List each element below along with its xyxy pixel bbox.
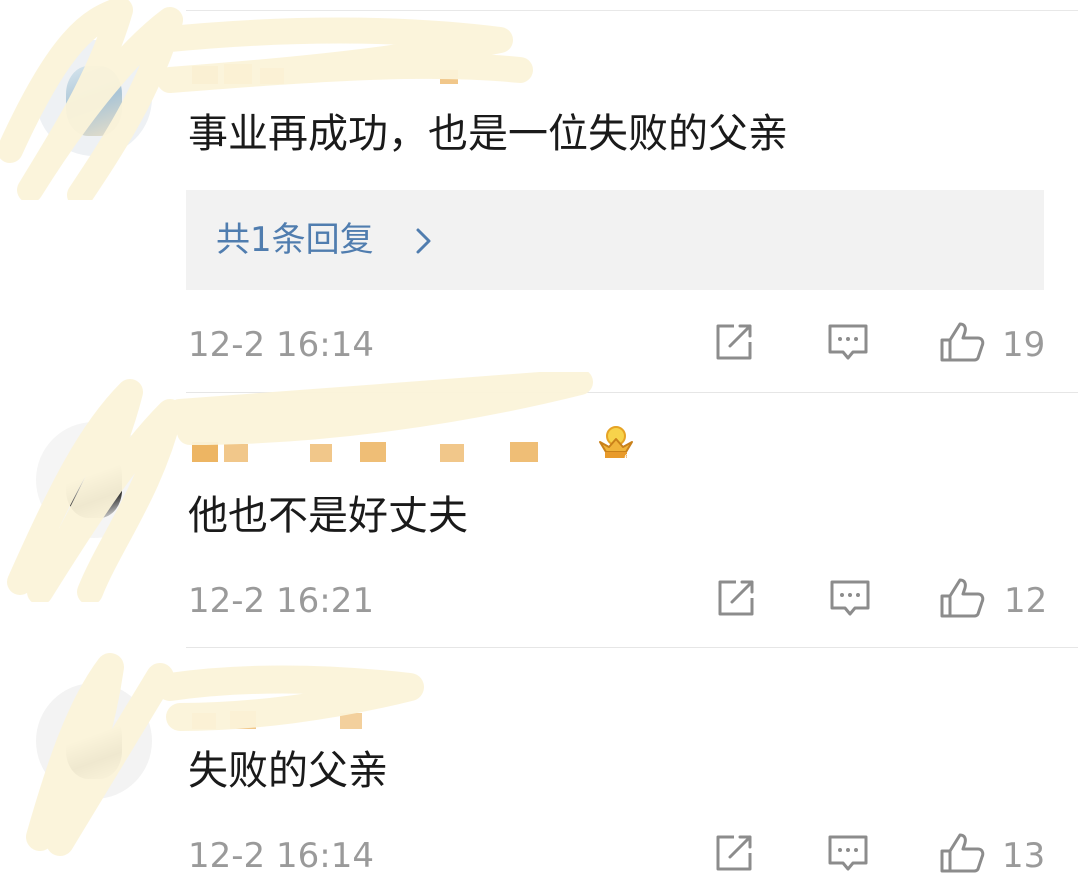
avatar-image — [66, 66, 122, 136]
timestamp: 12-2 16:21 — [188, 581, 374, 621]
comment-text: 失败的父亲 — [188, 748, 388, 794]
timestamp: 12-2 16:14 — [188, 325, 374, 365]
comment-text: 他也不是好丈夫 — [188, 493, 468, 539]
comment-meta-row: 12-2 16:14 13 — [188, 831, 1048, 881]
avatar[interactable] — [36, 683, 152, 799]
comment-item: 失败的父亲 12-2 16:14 13 — [0, 647, 1078, 884]
thumbs-up-icon[interactable] — [938, 320, 986, 364]
comment-text: 事业再成功，也是一位失败的父亲 — [188, 111, 788, 157]
comment-icon[interactable] — [826, 320, 870, 364]
timestamp: 12-2 16:14 — [188, 836, 374, 876]
like-count: 12 — [1004, 581, 1048, 621]
redacted-username-glyphs — [192, 442, 538, 462]
comment-icon[interactable] — [826, 831, 870, 875]
comment-item: 事业再成功，也是一位失败的父亲 共1条回复 12-2 16:14 19 — [0, 0, 1078, 392]
comment-item: 6 他也不是好丈夫 12-2 16:21 12 — [0, 372, 1078, 648]
reply-preview-box[interactable]: 共1条回复 — [186, 190, 1044, 290]
username-redacted[interactable] — [190, 432, 610, 466]
comment-meta-row: 12-2 16:21 12 — [188, 576, 1048, 626]
svg-text:6: 6 — [624, 453, 630, 462]
chevron-right-icon — [416, 228, 431, 254]
comment-meta-row: 12-2 16:14 19 — [188, 320, 1048, 370]
username-redacted[interactable] — [190, 699, 410, 733]
reply-count-link[interactable]: 共1条回复 — [216, 218, 374, 262]
avatar[interactable] — [36, 40, 152, 156]
crown-badge-icon: 6 — [599, 426, 633, 462]
comment-icon[interactable] — [828, 576, 872, 620]
thumbs-up-icon[interactable] — [938, 831, 986, 875]
avatar-image — [66, 448, 122, 518]
thumbs-up-icon[interactable] — [938, 576, 986, 620]
share-icon[interactable] — [712, 320, 756, 364]
redacted-username-glyphs — [192, 711, 362, 729]
avatar-image — [66, 709, 122, 779]
share-icon[interactable] — [714, 576, 758, 620]
share-icon[interactable] — [712, 831, 756, 875]
like-count: 19 — [1002, 325, 1046, 365]
like-count: 13 — [1002, 836, 1046, 876]
redacted-username-glyphs — [192, 64, 458, 84]
username-redacted[interactable] — [190, 54, 490, 88]
avatar[interactable] — [36, 422, 152, 538]
comment-list-page: 事业再成功，也是一位失败的父亲 共1条回复 12-2 16:14 19 6 他也… — [0, 0, 1078, 884]
